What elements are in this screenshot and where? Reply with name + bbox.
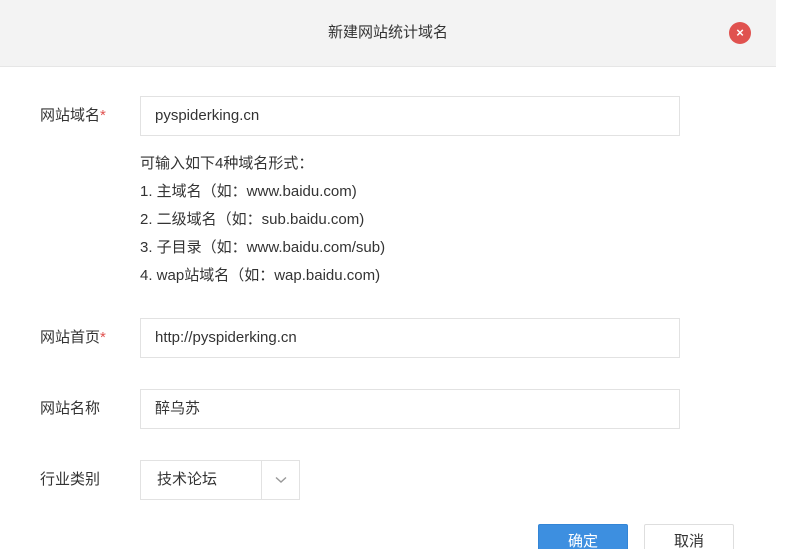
hint-line: 3. 子目录（如：www.baidu.com/sub) [140, 239, 386, 256]
homepage-input[interactable]: http://pyspiderking.cn [140, 318, 680, 358]
site-name-input[interactable]: 醉乌苏 [140, 389, 680, 429]
required-mark: * [100, 329, 106, 346]
confirm-button[interactable]: 确定 [538, 524, 628, 549]
industry-select-value: 技术论坛 [157, 471, 218, 488]
dialog-header: 新建网站统计域名 × [0, 0, 776, 67]
close-button[interactable]: × [729, 22, 751, 44]
hint-line: 4. wap站域名（如：wap.baidu.com) [140, 267, 381, 284]
site-name-input-value: 醉乌苏 [155, 400, 201, 417]
site-name-label: 网站名称 [40, 400, 101, 417]
domain-input-value: pyspiderking.cn [155, 107, 260, 124]
domain-label: 网站域名* [40, 96, 106, 136]
hint-line: 2. 二级域名（如：sub.baidu.com) [140, 211, 365, 228]
chevron-down-icon[interactable] [262, 461, 300, 499]
required-mark: * [100, 107, 106, 124]
hint-heading: 可输入如下4种域名形式： [140, 155, 314, 172]
homepage-input-value: http://pyspiderking.cn [155, 329, 297, 346]
cancel-button[interactable]: 取消 [644, 524, 734, 549]
domain-format-hint: 可输入如下4种域名形式： 1. 主域名（如：www.baidu.com) 2. … [140, 150, 385, 290]
new-site-domain-dialog: 新建网站统计域名 × 网站域名* pyspiderking.cn 可输入如下4种… [0, 0, 792, 549]
industry-select[interactable]: 技术论坛 [140, 460, 300, 500]
dialog-title: 新建网站统计域名 [327, 24, 448, 41]
homepage-label-text: 网站首页 [40, 329, 101, 346]
scrollbar[interactable] [776, 0, 792, 549]
hint-line: 1. 主域名（如：www.baidu.com) [140, 183, 357, 200]
industry-label: 行业类别 [40, 471, 101, 488]
homepage-label: 网站首页* [40, 318, 106, 358]
domain-label-text: 网站域名 [40, 107, 101, 124]
domain-input[interactable]: pyspiderking.cn [140, 96, 680, 136]
close-icon: × [736, 25, 744, 40]
